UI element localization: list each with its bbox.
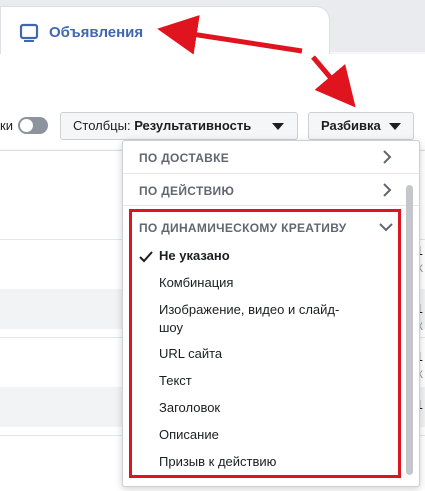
option-combination[interactable]: Комбинация [159, 274, 399, 292]
columns-prefix: Столбцы: [73, 118, 135, 133]
option-call-to-action[interactable]: Призыв к действию [159, 453, 399, 471]
checkmark-icon [139, 251, 153, 263]
dropdown-scrollbar[interactable] [406, 185, 413, 475]
ad-icon [19, 23, 39, 42]
divider [123, 205, 419, 206]
toggle-label: ки [0, 118, 13, 133]
option-description[interactable]: Описание [159, 426, 399, 444]
breakdown-label: Разбивка [321, 118, 381, 133]
option-image-video-slideshow[interactable]: Изображение, видео и слайд-шоу [159, 301, 359, 337]
caret-down-icon [272, 123, 284, 130]
option-text[interactable]: Текст [159, 372, 399, 390]
chevron-right-icon [383, 150, 392, 164]
section-by-action[interactable]: ПО ДЕЙСТВИЮ [139, 184, 234, 198]
columns-value: Результативность [134, 118, 252, 133]
section-by-delivery[interactable]: ПО ДОСТАВКЕ [139, 151, 229, 165]
option-headline[interactable]: Заголовок [159, 399, 399, 417]
columns-button[interactable]: Столбцы: Результативность [60, 112, 298, 140]
view-toggle[interactable] [18, 117, 48, 134]
option-website-url[interactable]: URL сайта [159, 345, 399, 363]
tab-ads-label: Объявления [49, 24, 144, 41]
option-not-specified[interactable]: Не указано [159, 247, 399, 265]
breakdown-button[interactable]: Разбивка [308, 112, 414, 140]
caret-down-icon [389, 123, 401, 130]
section-by-dynamic-creative[interactable]: ПО ДИНАМИЧЕСКОМУ КРЕАТИВУ [139, 221, 347, 235]
chevron-down-icon [379, 223, 393, 232]
chevron-right-icon [383, 183, 392, 197]
breakdown-dropdown: ПО ДОСТАВКЕ ПО ДЕЙСТВИЮ ПО ДИНАМИЧЕСКОМУ… [122, 140, 420, 487]
toggle-knob [20, 119, 33, 132]
tab-ads[interactable]: Объявления [0, 6, 330, 54]
divider [123, 173, 419, 174]
